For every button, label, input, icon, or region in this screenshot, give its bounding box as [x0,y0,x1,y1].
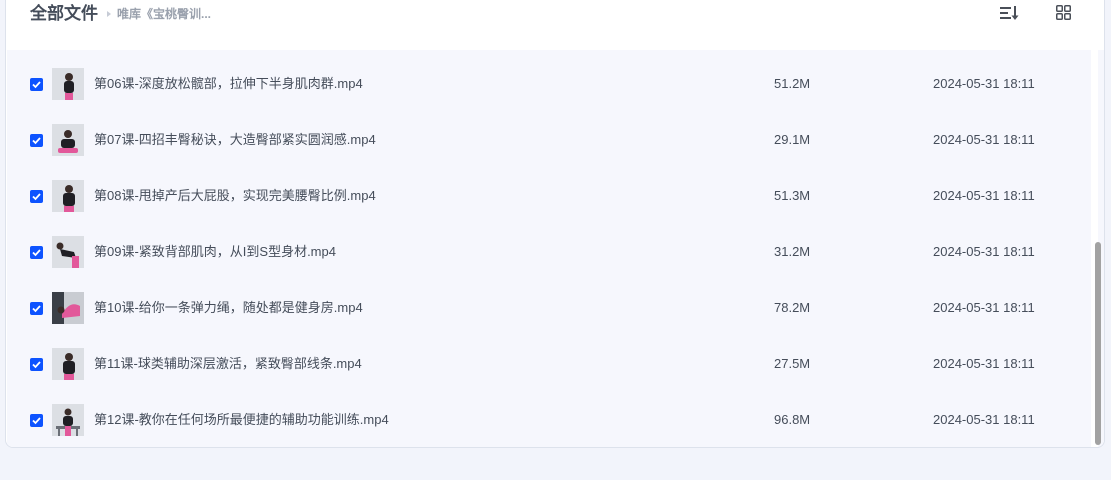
row-checkbox[interactable] [30,302,43,315]
file-size: 31.2M [774,244,811,259]
breadcrumb-separator-icon [107,11,111,17]
file-list: 第06课-深度放松髋部，拉伸下半身肌肉群.mp4 51.2M 2024-05-3… [7,50,1091,447]
checkmark-icon [32,305,41,313]
file-name[interactable]: 第10课-给你一条弹力绳，随处都是健身房.mp4 [94,299,363,317]
row-checkbox[interactable] [30,414,43,427]
checkmark-icon [32,249,41,257]
file-name[interactable]: 第06课-深度放松髋部，拉伸下半身肌肉群.mp4 [94,75,363,93]
row-checkbox[interactable] [30,78,43,91]
file-name[interactable]: 第08课-甩掉产后大屁股，实现完美腰臀比例.mp4 [94,187,376,205]
video-thumbnail [52,236,84,268]
row-checkbox[interactable] [30,134,43,147]
file-name[interactable]: 第09课-紧致背部肌肉，从I到S型身材.mp4 [94,243,336,261]
file-size: 29.1M [774,132,811,147]
video-thumbnail [52,68,84,100]
file-panel: 全部文件 唯库《宝桃臀训... 第06课-深度放松髋部，拉伸下半身肌肉群.mp4… [5,0,1105,448]
file-date: 2024-05-31 18:11 [933,132,1035,147]
checkmark-icon [32,361,41,369]
video-thumbnail [52,348,84,380]
list-item[interactable]: 第06课-深度放松髋部，拉伸下半身肌肉群.mp4 51.2M 2024-05-3… [7,56,1091,112]
video-thumbnail [52,404,84,436]
checkmark-icon [32,193,41,201]
list-item[interactable]: 第11课-球类辅助深层激活，紧致臀部线条.mp4 27.5M 2024-05-3… [7,336,1091,392]
row-checkbox[interactable] [30,358,43,371]
file-size: 78.2M [774,300,811,315]
list-item[interactable]: 第12课-教你在任何场所最便捷的辅助功能训练.mp4 96.8M 2024-05… [7,392,1091,447]
file-date: 2024-05-31 18:11 [933,244,1035,259]
grid-view-icon [1056,5,1071,20]
row-checkbox[interactable] [30,190,43,203]
list-item[interactable]: 第08课-甩掉产后大屁股，实现完美腰臀比例.mp4 51.3M 2024-05-… [7,168,1091,224]
file-name[interactable]: 第07课-四招丰臀秘诀，大造臀部紧实圆润感.mp4 [94,131,376,149]
file-date: 2024-05-31 18:11 [933,76,1035,91]
file-date: 2024-05-31 18:11 [933,356,1035,371]
video-thumbnail [52,180,84,212]
scrollbar-thumb[interactable] [1095,242,1101,445]
file-size: 96.8M [774,412,811,427]
list-item[interactable]: 第07课-四招丰臀秘诀，大造臀部紧实圆润感.mp4 29.1M 2024-05-… [7,112,1091,168]
row-checkbox[interactable] [30,246,43,259]
file-size: 51.2M [774,76,811,91]
grid-view-button[interactable] [1052,2,1076,24]
page-title: 全部文件 [30,4,98,23]
list-item[interactable]: 第09课-紧致背部肌肉，从I到S型身材.mp4 31.2M 2024-05-31… [7,224,1091,280]
file-header: 全部文件 唯库《宝桃臀训... [6,0,1104,48]
video-thumbnail [52,292,84,324]
file-name[interactable]: 第11课-球类辅助深层激活，紧致臀部线条.mp4 [94,355,362,373]
file-date: 2024-05-31 18:11 [933,300,1035,315]
file-date: 2024-05-31 18:11 [933,412,1035,427]
list-item[interactable]: 第10课-给你一条弹力绳，随处都是健身房.mp4 78.2M 2024-05-3… [7,280,1091,336]
file-date: 2024-05-31 18:11 [933,188,1035,203]
file-size: 27.5M [774,356,811,371]
checkmark-icon [32,137,41,145]
file-name[interactable]: 第12课-教你在任何场所最便捷的辅助功能训练.mp4 [94,411,389,429]
file-size: 51.3M [774,188,811,203]
video-thumbnail [52,124,84,156]
sort-button[interactable] [996,2,1020,24]
sort-list-icon [1000,6,1019,20]
breadcrumb[interactable]: 唯库《宝桃臀训... [117,6,211,22]
checkmark-icon [32,417,41,425]
checkmark-icon [32,81,41,89]
